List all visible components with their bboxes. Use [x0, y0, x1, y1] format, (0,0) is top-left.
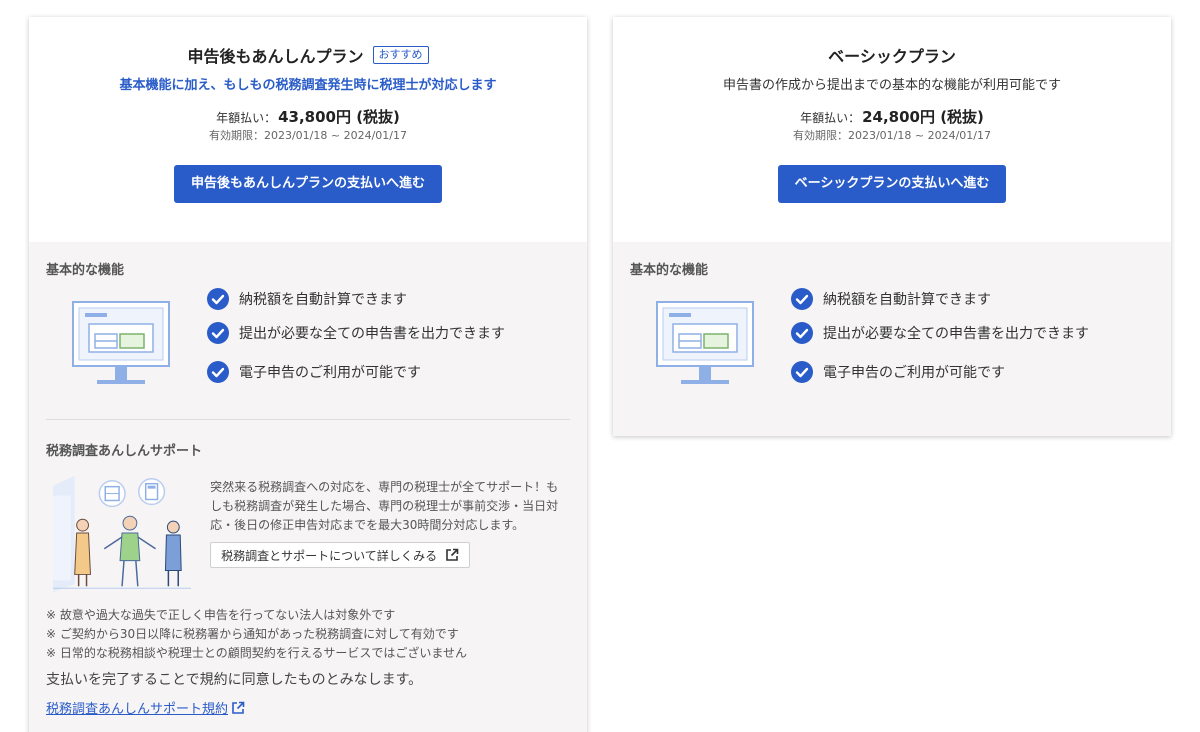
- proceed-payment-anshin-button[interactable]: 申告後もあんしんプランの支払いへ進む: [173, 165, 442, 203]
- terms-link-label: 税務調査あんしんサポート規約: [46, 702, 229, 717]
- list-item: 提出が必要な全ての申告書を出力できます: [207, 313, 505, 352]
- plan-title-row: 申告後もあんしんプラン おすすめ: [29, 43, 587, 67]
- support-section: 突然来る税務調査への対応を、専門の税理士が全てサポート！もしも税務調査が発生した…: [46, 475, 570, 593]
- price-row: 年額払い： 24,800円 (税抜): [613, 107, 1171, 127]
- feature-list: 納税額を自動計算できます 提出が必要な全ての申告書を出力できます 電子申告のご利…: [207, 287, 505, 396]
- external-link-icon: [446, 548, 459, 561]
- support-description: 突然来る税務調査への対応を、専門の税理士が全てサポート！もしも税務調査が発生した…: [210, 480, 559, 532]
- plan-card-basic: ベーシックプラン 申告書の作成から提出までの基本的な機能が利用可能です 年額払い…: [613, 17, 1171, 436]
- check-circle-icon: [791, 360, 813, 383]
- validity-period: 有効期限：2023/01/18 ~ 2024/01/17: [208, 129, 407, 142]
- feature-text: 電子申告のご利用が可能です: [823, 364, 1005, 381]
- price-value: 24,800円 (税抜): [862, 108, 984, 126]
- external-link-icon: [232, 701, 245, 714]
- plan-title-row: ベーシックプラン: [613, 43, 1171, 67]
- recommended-badge: おすすめ: [372, 46, 429, 64]
- feature-text: 提出が必要な全ての申告書を出力できます: [239, 325, 505, 342]
- list-item: 納税額を自動計算できます: [791, 284, 1089, 313]
- support-notes: ※ 故意や過大な過失で正しく申告を行ってない法人は対象外です ※ ご契約から30…: [46, 606, 570, 663]
- features-title: 基本的な機能: [630, 263, 709, 278]
- features-section: 納税額を自動計算できます 提出が必要な全ての申告書を出力できます 電子申告のご利…: [46, 287, 570, 396]
- proceed-payment-basic-button[interactable]: ベーシックプランの支払いへ進む: [777, 165, 1007, 203]
- plan-card-anshin: 申告後もあんしんプラン おすすめ 基本機能に加え、もしもの税務調査発生時に税理士…: [29, 17, 587, 732]
- features-section: 納税額を自動計算できます 提出が必要な全ての申告書を出力できます 電子申告のご利…: [630, 287, 1154, 396]
- feature-list: 納税額を自動計算できます 提出が必要な全ての申告書を出力できます 電子申告のご利…: [791, 287, 1089, 396]
- check-circle-icon: [207, 321, 229, 344]
- check-circle-icon: [791, 287, 813, 310]
- check-circle-icon: [791, 321, 813, 344]
- note-item: ※ ご契約から30日以降に税務署から通知があった税務調査に対して有効です: [46, 627, 459, 641]
- plan-title: ベーシックプラン: [828, 47, 956, 66]
- plan-tagline: 基本機能に加え、もしもの税務調査発生時に税理士が対応します: [119, 78, 497, 93]
- support-illustration: [53, 475, 192, 593]
- feature-text: 納税額を自動計算できます: [239, 291, 407, 308]
- price-value: 43,800円 (税抜): [278, 108, 400, 126]
- list-item: 電子申告のご利用が可能です: [791, 352, 1089, 391]
- plan-details: 基本的な機能 納税額を自動計算できます 提出が必要な全ての申告書を出力できます …: [29, 242, 587, 732]
- plan-header: 申告後もあんしんプラン おすすめ 基本機能に加え、もしもの税務調査発生時に税理士…: [29, 17, 587, 242]
- support-text: 突然来る税務調査への対応を、専門の税理士が全てサポート！もしも税務調査が発生した…: [210, 475, 570, 593]
- feature-text: 提出が必要な全ての申告書を出力できます: [823, 325, 1089, 342]
- list-item: 提出が必要な全ての申告書を出力できます: [791, 313, 1089, 352]
- check-circle-icon: [207, 287, 229, 310]
- section-divider: [46, 419, 570, 420]
- support-title: 税務調査あんしんサポート: [46, 444, 203, 459]
- support-detail-label: 税務調査とサポートについて詳しくみる: [221, 548, 438, 563]
- feature-text: 電子申告のご利用が可能です: [239, 364, 421, 381]
- monitor-illustration: [72, 301, 170, 384]
- note-item: ※ 故意や過大な過失で正しく申告を行ってない法人は対象外です: [46, 608, 396, 622]
- price-row: 年額払い： 43,800円 (税抜): [29, 107, 587, 127]
- price-label: 年額払い：: [216, 111, 277, 125]
- plan-tagline: 申告書の作成から提出までの基本的な機能が利用可能です: [722, 78, 1061, 93]
- list-item: 電子申告のご利用が可能です: [207, 352, 505, 391]
- support-terms-link[interactable]: 税務調査あんしんサポート規約: [46, 698, 245, 717]
- features-title: 基本的な機能: [46, 263, 125, 278]
- check-circle-icon: [207, 360, 229, 383]
- validity-period: 有効期限：2023/01/18 ~ 2024/01/17: [792, 129, 991, 142]
- agreement-text: 支払いを完了することで規約に同意したものとみなします。: [46, 672, 423, 688]
- plan-details: 基本的な機能 納税額を自動計算できます 提出が必要な全ての申告書を出力できます …: [613, 242, 1171, 436]
- monitor-illustration: [656, 301, 754, 384]
- price-label: 年額払い：: [800, 111, 861, 125]
- feature-text: 納税額を自動計算できます: [823, 291, 991, 308]
- plan-header: ベーシックプラン 申告書の作成から提出までの基本的な機能が利用可能です 年額払い…: [613, 17, 1171, 242]
- plan-title: 申告後もあんしんプラン: [187, 47, 364, 66]
- list-item: 納税額を自動計算できます: [207, 284, 505, 313]
- support-detail-button[interactable]: 税務調査とサポートについて詳しくみる: [210, 542, 471, 568]
- note-item: ※ 日常的な税務相談や税理士との顧問契約を行えるサービスではございません: [46, 646, 468, 660]
